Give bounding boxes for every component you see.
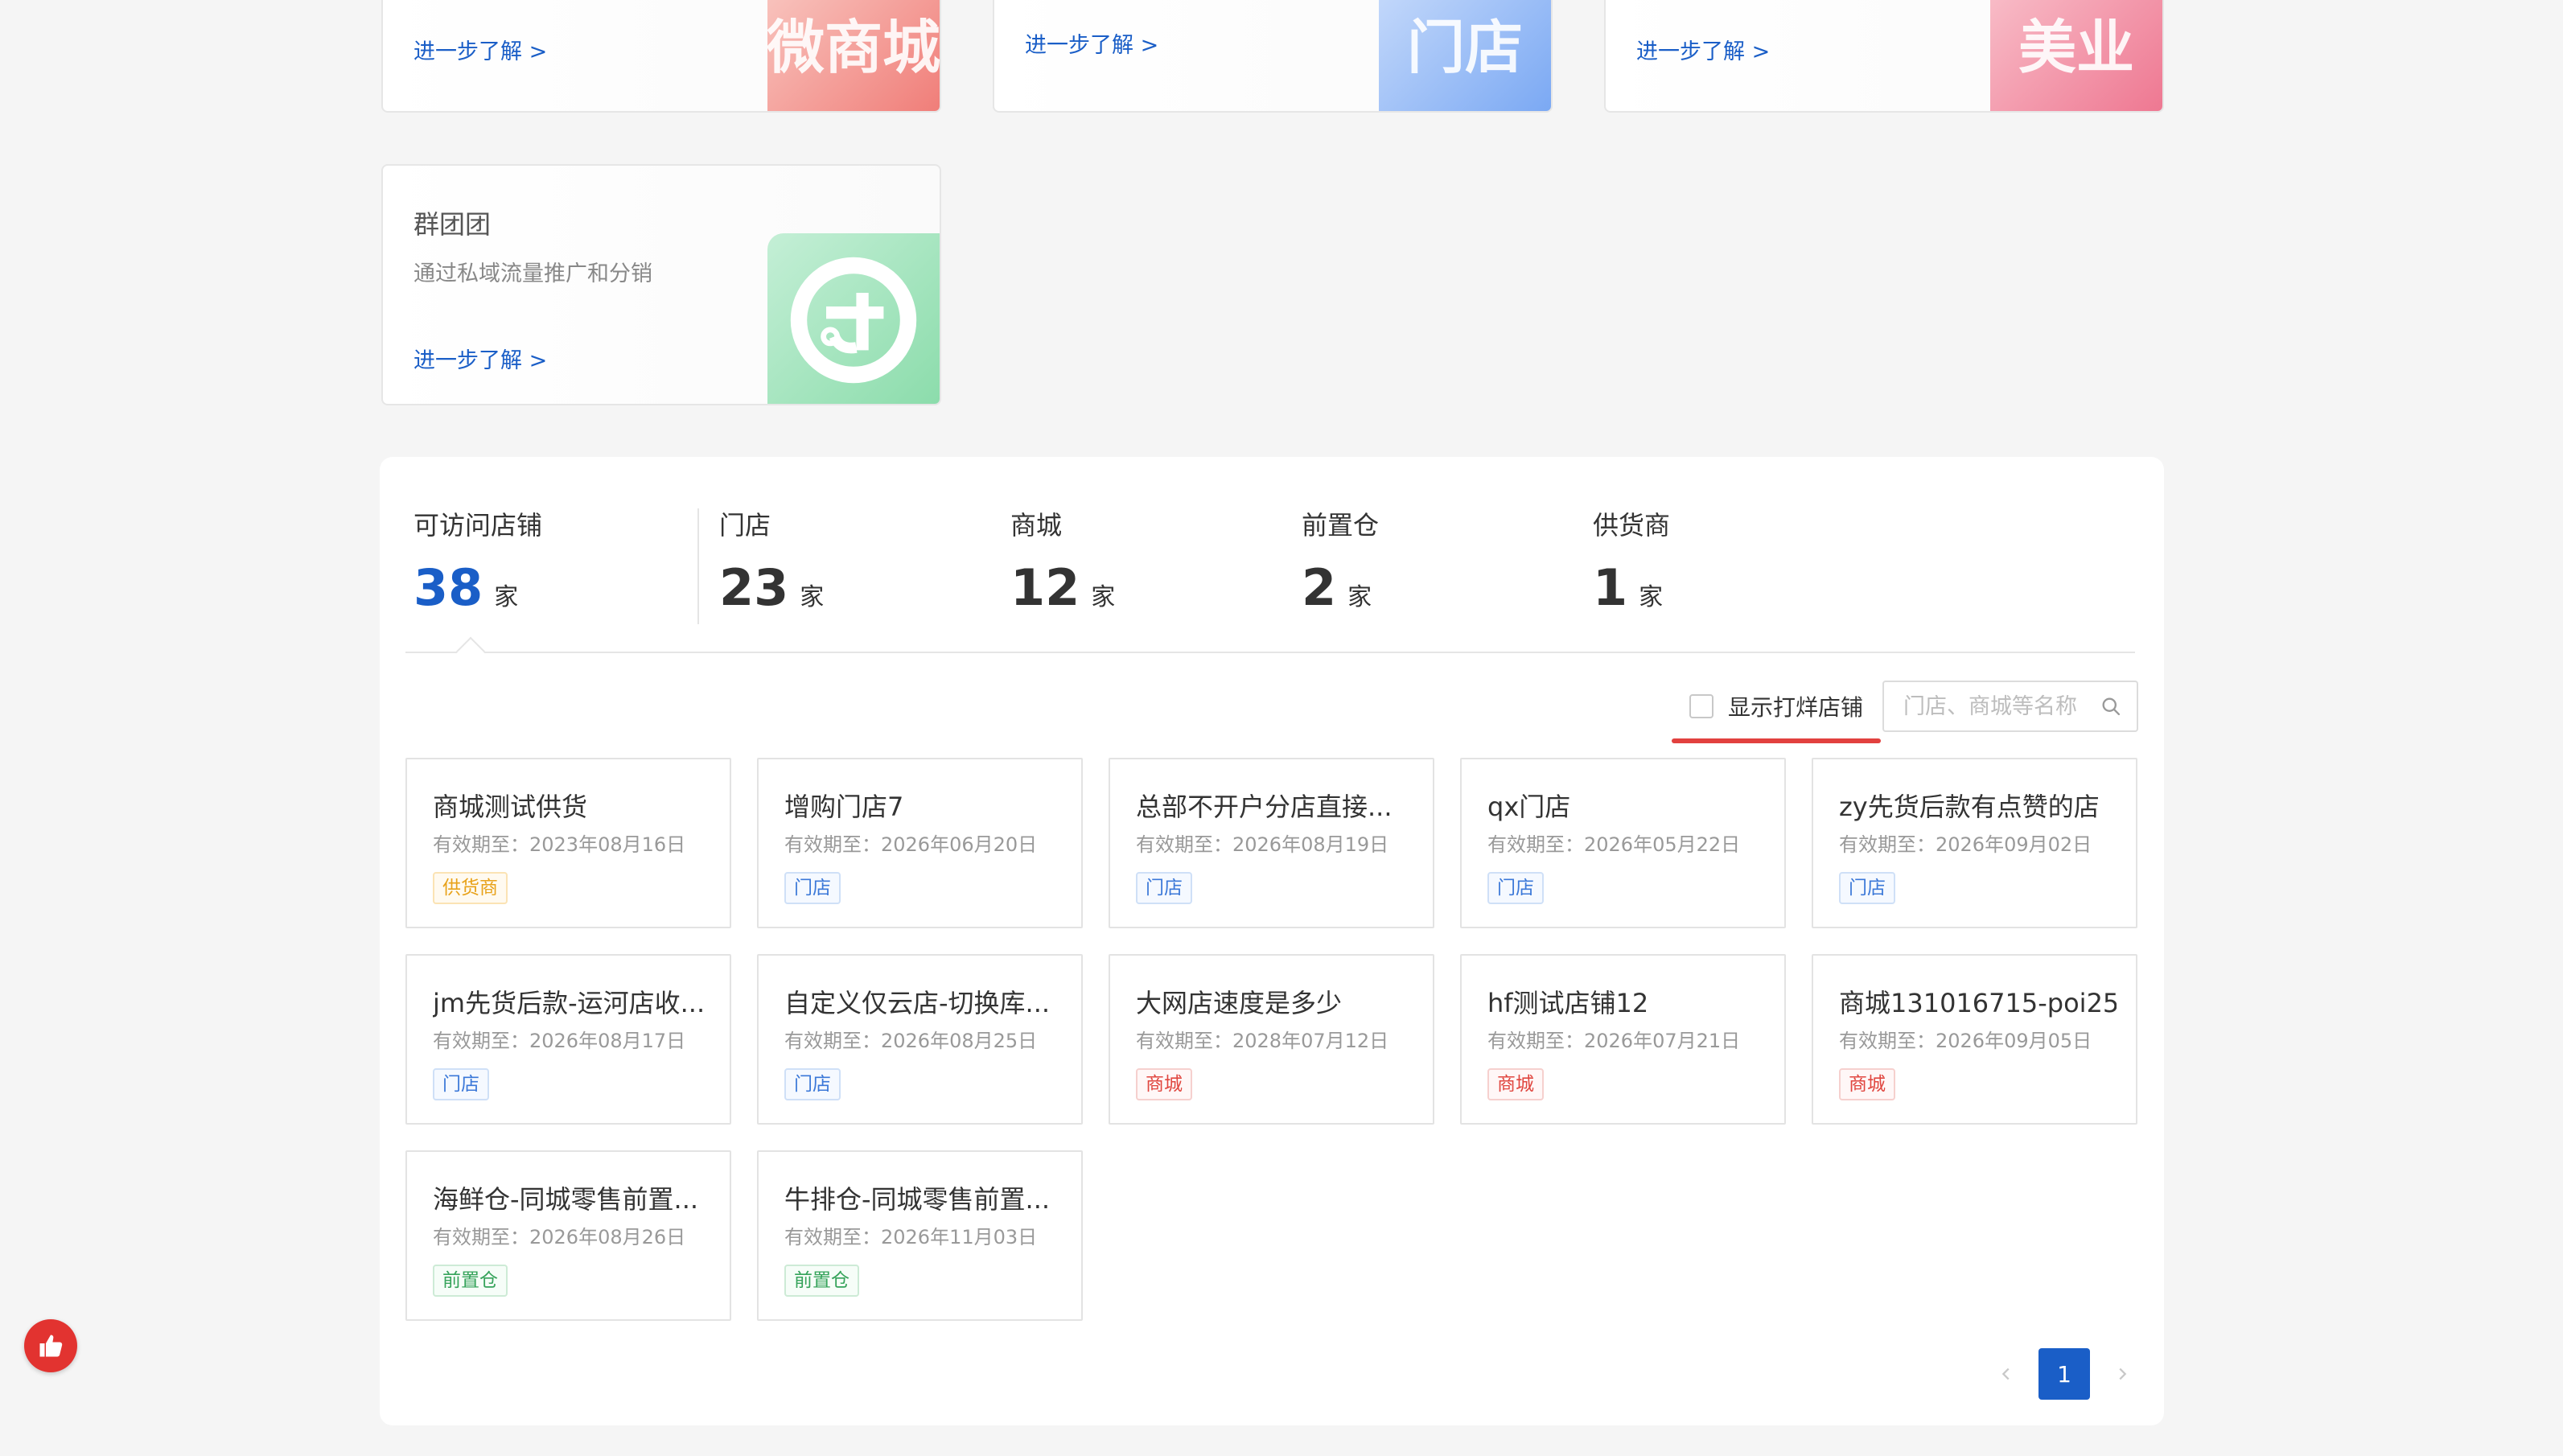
stat-malls[interactable]: 商城 12 家	[1010, 505, 1115, 627]
store-expiry-date: 有效期至：2026年06月20日	[784, 833, 1038, 856]
store-name: jm先货后款-运河店收...	[433, 988, 706, 1018]
store-type-tag: 门店	[1136, 872, 1192, 904]
store-expiry-date: 有效期至：2028年07月12日	[1136, 1030, 1389, 1052]
store-type-tag: 前置仓	[784, 1265, 859, 1297]
store-name: 海鲜仓-同城零售前置...	[433, 1184, 699, 1215]
store-type-tag: 门店	[784, 1068, 841, 1100]
stats-divider-vertical	[697, 508, 699, 624]
stats-divider	[405, 652, 2135, 653]
stat-number: 12	[1010, 558, 1080, 617]
store-expiry-date: 有效期至：2026年09月02日	[1839, 833, 2092, 856]
store-expiry-date: 有效期至：2026年08月17日	[433, 1030, 686, 1052]
store-type-tag: 门店	[784, 872, 841, 904]
chevron-left-icon	[2001, 1368, 2010, 1380]
checkbox-box[interactable]	[1689, 694, 1713, 718]
store-card[interactable]: zy先货后款有点赞的店有效期至：2026年09月02日门店	[1812, 758, 2137, 928]
store-card[interactable]: 商城测试供货有效期至：2023年08月16日供货商	[405, 758, 731, 928]
store-name: hf测试店铺12	[1487, 988, 1649, 1018]
product-title: 群团团	[413, 209, 492, 240]
stat-number: 23	[719, 558, 789, 617]
stat-number: 1	[1593, 558, 1628, 617]
active-tab-caret	[455, 636, 486, 667]
store-expiry-date: 有效期至：2026年07月21日	[1487, 1030, 1741, 1052]
store-expiry-date: 有效期至：2026年11月03日	[784, 1226, 1038, 1248]
checkbox-label: 显示打烊店铺	[1727, 694, 1863, 721]
product-card-group-buying: 群团团 通过私域流量推广和分销 进一步了解 >	[381, 164, 941, 405]
store-panel: 可访问店铺 38 家 门店 23 家 商城 12 家 前置仓 2家 供货商 1家 显示…	[380, 457, 2164, 1425]
store-card[interactable]: 大网店速度是多少有效期至：2028年07月12日商城	[1109, 954, 1434, 1125]
learn-more-link[interactable]: 进一步了解 >	[413, 34, 547, 65]
store-name: 商城测试供货	[433, 792, 588, 822]
store-expiry-date: 有效期至：2023年08月16日	[433, 833, 686, 856]
next-page-button[interactable]	[2106, 1348, 2138, 1400]
store-name: 牛排仓-同城零售前置...	[784, 1184, 1051, 1215]
learn-more-link[interactable]: 进一步了解 >	[1025, 27, 1158, 59]
store-expiry-date: 有效期至：2026年05月22日	[1487, 833, 1741, 856]
store-filter: 显示打烊店铺	[1671, 681, 2138, 743]
store-card[interactable]: 牛排仓-同城零售前置... 有效期至：2026年11月03日前置仓	[757, 1150, 1083, 1321]
thumbs-up-button[interactable]	[24, 1319, 77, 1372]
thumbs-up-icon	[39, 1335, 63, 1357]
store-stats: 可访问店铺 38 家 门店 23 家 商城 12 家 前置仓 2家 供货商 1家	[405, 505, 2135, 627]
store-type-tag: 供货商	[433, 872, 508, 904]
prev-page-button[interactable]	[1990, 1348, 2022, 1400]
store-expiry-date: 有效期至：2026年09月05日	[1839, 1030, 2092, 1052]
stat-number: 2	[1302, 558, 1337, 617]
store-type-tag: 门店	[1487, 872, 1544, 904]
store-expiry-date: 有效期至：2026年08月19日	[1136, 833, 1389, 856]
store-expiry-date: 有效期至：2026年08月25日	[784, 1030, 1038, 1052]
group-buying-art-icon	[767, 233, 940, 404]
store-card[interactable]: jm先货后款-运河店收... 有效期至：2026年08月17日门店	[405, 954, 731, 1125]
store-type-tag: 商城	[1839, 1068, 1895, 1100]
group-buying-logo-icon	[790, 257, 917, 384]
store-card[interactable]: qx门店有效期至：2026年05月22日门店	[1460, 758, 1786, 928]
store-type-tag: 商城	[1487, 1068, 1544, 1100]
store-card[interactable]: 增购门店7 有效期至：2026年06月20日门店	[757, 758, 1083, 928]
store-art-icon: 门店	[1379, 0, 1551, 111]
chevron-right-icon	[2119, 1368, 2127, 1380]
store-card[interactable]: 自定义仅云店-切换库... 有效期至：2026年08月25日门店	[757, 954, 1083, 1125]
store-name: 增购门店7	[784, 792, 904, 822]
beauty-art-icon: 美业	[1990, 0, 2162, 111]
store-type-tag: 门店	[1839, 872, 1895, 904]
stat-number: 38	[413, 558, 483, 617]
stat-stores[interactable]: 门店 23 家	[719, 505, 824, 627]
pagination: 1	[1990, 1348, 2138, 1400]
store-card[interactable]: 商城131016715-poi25... 有效期至：2026年09月05日商城	[1812, 954, 2137, 1125]
store-name: 总部不开户分店直接...	[1136, 792, 1393, 822]
page-number-button[interactable]: 1	[2038, 1348, 2090, 1400]
stat-warehouses[interactable]: 前置仓 2家	[1302, 505, 1379, 627]
search-input[interactable]	[1903, 693, 2100, 719]
store-card[interactable]: 海鲜仓-同城零售前置... 有效期至：2026年08月26日前置仓	[405, 1150, 731, 1321]
product-desc: 通过私域流量推广和分销	[413, 261, 652, 286]
store-type-tag: 门店	[433, 1068, 489, 1100]
product-card-mall: 微商城 进一步了解 >	[381, 0, 941, 113]
product-card-store: 门店 进一步了解 >	[993, 0, 1553, 113]
stat-accessible-stores[interactable]: 可访问店铺 38 家	[413, 505, 542, 627]
stat-suppliers[interactable]: 供货商 1家	[1593, 505, 1670, 627]
highlight-underline	[1671, 738, 1881, 743]
store-type-tag: 前置仓	[433, 1265, 508, 1297]
store-search[interactable]	[1882, 681, 2138, 732]
mall-art-icon: 微商城	[767, 0, 940, 111]
learn-more-link[interactable]: 进一步了解 >	[1636, 34, 1770, 65]
store-name: 大网店速度是多少	[1136, 988, 1343, 1018]
store-card[interactable]: hf测试店铺12 有效期至：2026年07月21日商城	[1460, 954, 1786, 1125]
store-expiry-date: 有效期至：2026年08月26日	[433, 1226, 686, 1248]
learn-more-link[interactable]: 进一步了解 >	[413, 343, 547, 374]
store-name: 自定义仅云店-切换库...	[784, 988, 1051, 1018]
show-closed-stores-checkbox[interactable]: 显示打烊店铺	[1671, 681, 1881, 743]
store-name: zy先货后款有点赞的店	[1839, 792, 2100, 822]
store-name: 商城131016715-poi25...	[1839, 988, 2117, 1018]
store-card[interactable]: 总部不开户分店直接... 有效期至：2026年08月19日门店	[1109, 758, 1434, 928]
store-name: qx门店	[1487, 792, 1571, 822]
search-icon[interactable]	[2100, 695, 2122, 718]
product-card-beauty: 美业 进一步了解 >	[1604, 0, 2164, 113]
store-type-tag: 商城	[1136, 1068, 1192, 1100]
